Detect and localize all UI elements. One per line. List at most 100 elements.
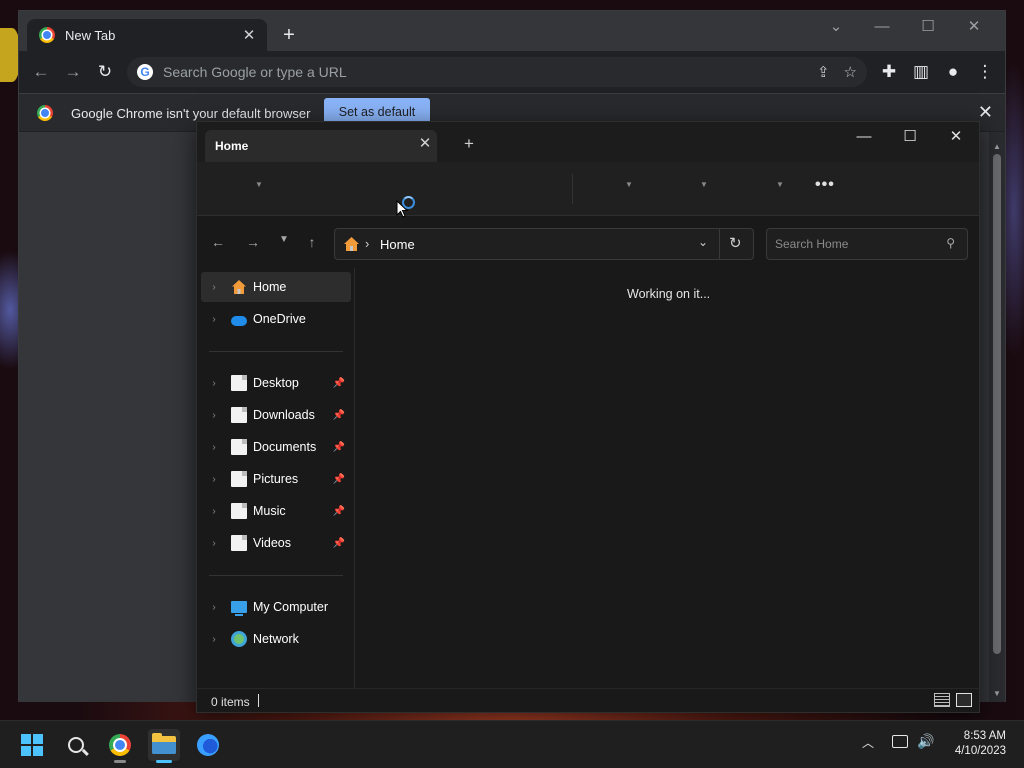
file-list-area[interactable]: Working on it... — [355, 268, 979, 688]
sidebar-item-onedrive[interactable]: › OneDrive — [201, 304, 351, 334]
breadcrumb-separator-icon: › — [365, 236, 370, 251]
sidebar-item-pictures[interactable]: › Pictures 📌 — [201, 464, 351, 494]
new-tab-button[interactable]: + — [459, 134, 479, 154]
expand-chevron-icon[interactable]: › — [203, 282, 225, 293]
taskbar-file-explorer[interactable] — [148, 729, 180, 763]
file-explorer-window: Home ✕ + — ☐ ✕ ▼ ▼ ▼ ▼ ••• ← → ▼ ↑ › Hom… — [196, 121, 980, 713]
scrollbar-thumb[interactable] — [993, 154, 1001, 654]
search-input[interactable]: Search Home — [775, 237, 848, 251]
taskbar-search-button[interactable] — [60, 729, 92, 761]
pin-icon[interactable]: 📌 — [333, 410, 345, 421]
close-window-button[interactable]: ✕ — [951, 15, 997, 39]
volume-icon[interactable]: 🔊 — [917, 733, 934, 750]
reload-icon[interactable]: ↻ — [93, 60, 117, 84]
sidebar-item-home[interactable]: › Home — [201, 272, 351, 302]
close-tab-icon[interactable]: ✕ — [415, 134, 435, 152]
system-clock[interactable]: 8:53 AM 4/10/2023 — [955, 729, 1006, 759]
explorer-navigation-bar: ← → ▼ ↑ › Home ⌄ ↻ Search Home ⚲ — [197, 216, 979, 268]
bookmark-star-icon[interactable]: ☆ — [844, 63, 857, 81]
expand-chevron-icon[interactable]: › — [203, 378, 225, 389]
sidebar-item-my-computer[interactable]: › My Computer — [201, 592, 351, 622]
expand-chevron-icon[interactable]: › — [203, 506, 225, 517]
pin-icon[interactable]: 📌 — [333, 538, 345, 549]
explorer-tab-home[interactable]: Home — [205, 130, 437, 162]
show-hidden-icons-chevron-icon[interactable]: ︿ — [862, 734, 874, 751]
chrome-menu-icon[interactable]: ⋮ — [973, 60, 997, 84]
omnibox[interactable]: G Search Google or type a URL ⇪ ☆ — [127, 57, 867, 87]
omnibox-placeholder[interactable]: Search Google or type a URL — [163, 64, 817, 80]
expand-chevron-icon[interactable]: › — [203, 410, 225, 421]
sort-dropdown-chevron-icon[interactable]: ▼ — [625, 180, 633, 189]
sidebar-item-documents[interactable]: › Documents 📌 — [201, 432, 351, 462]
profile-avatar-icon[interactable]: ● — [941, 60, 965, 84]
back-arrow-icon[interactable]: ← — [208, 234, 228, 250]
expand-chevron-icon[interactable]: › — [203, 634, 225, 645]
explorer-tab-title: Home — [215, 139, 249, 153]
view-dropdown-chevron-icon[interactable]: ▼ — [700, 180, 708, 189]
sidebar-item-music[interactable]: › Music 📌 — [201, 496, 351, 526]
infobar-close-icon[interactable]: ✕ — [978, 102, 993, 123]
start-button[interactable] — [16, 729, 48, 761]
address-bar[interactable]: › Home ⌄ ↻ — [334, 228, 754, 260]
pin-icon[interactable]: 📌 — [333, 378, 345, 389]
minimize-button[interactable]: — — [841, 126, 887, 148]
taskbar-firefox[interactable] — [192, 729, 224, 761]
refresh-icon[interactable]: ↻ — [729, 234, 742, 252]
large-icons-view-icon[interactable] — [956, 693, 972, 707]
pin-icon[interactable]: 📌 — [333, 474, 345, 485]
network-icon — [231, 631, 247, 647]
share-icon[interactable]: ⇪ — [817, 63, 830, 81]
file-icon — [231, 535, 247, 551]
expand-chevron-icon[interactable]: › — [203, 442, 225, 453]
sidebar-item-label: Music — [253, 504, 286, 518]
close-tab-icon[interactable]: ✕ — [237, 26, 261, 44]
status-divider — [258, 694, 259, 707]
sidebar-divider — [209, 351, 343, 352]
new-tab-button[interactable]: + — [277, 23, 301, 47]
address-dropdown-chevron-icon[interactable]: ⌄ — [698, 235, 708, 249]
extensions-puzzle-icon[interactable]: ✚ — [877, 60, 901, 84]
forward-arrow-icon[interactable]: → — [61, 60, 85, 84]
filter-dropdown-chevron-icon[interactable]: ▼ — [776, 180, 784, 189]
recent-locations-chevron-icon[interactable]: ▼ — [274, 234, 294, 245]
chrome-tab-strip: New Tab ✕ + ⌄ — ☐ ✕ — [19, 11, 1005, 51]
expand-chevron-icon[interactable]: › — [203, 314, 225, 325]
command-bar-divider — [572, 174, 573, 204]
chrome-scrollbar[interactable]: ▲ ▼ — [989, 132, 1005, 702]
search-icon: ⚲ — [946, 236, 955, 250]
chrome-favicon-icon — [39, 27, 55, 43]
details-view-icon[interactable] — [934, 693, 950, 707]
tab-search-chevron-icon[interactable]: ⌄ — [813, 15, 859, 39]
sidebar-item-desktop[interactable]: › Desktop 📌 — [201, 368, 351, 398]
forward-arrow-icon[interactable]: → — [243, 234, 263, 250]
explorer-search-box[interactable]: Search Home ⚲ — [766, 228, 968, 260]
running-indicator — [114, 760, 126, 763]
side-panel-icon[interactable]: ▥ — [909, 60, 933, 84]
file-icon — [231, 471, 247, 487]
chrome-tab-new-tab[interactable]: New Tab ✕ — [27, 19, 267, 51]
chrome-logo-icon — [37, 105, 53, 121]
minimize-button[interactable]: — — [859, 15, 905, 39]
sidebar-item-videos[interactable]: › Videos 📌 — [201, 528, 351, 558]
expand-chevron-icon[interactable]: › — [203, 474, 225, 485]
maximize-button[interactable]: ☐ — [905, 15, 951, 39]
expand-chevron-icon[interactable]: › — [203, 602, 225, 613]
up-arrow-icon[interactable]: ↑ — [302, 234, 322, 250]
new-dropdown-chevron-icon[interactable]: ▼ — [255, 180, 263, 189]
network-status-icon[interactable] — [892, 735, 908, 748]
pin-icon[interactable]: 📌 — [333, 442, 345, 453]
scroll-up-icon[interactable]: ▲ — [989, 142, 1005, 151]
scroll-down-icon[interactable]: ▼ — [989, 689, 1005, 698]
sidebar-item-label: Documents — [253, 440, 317, 454]
pin-icon[interactable]: 📌 — [333, 506, 345, 517]
maximize-button[interactable]: ☐ — [887, 126, 933, 148]
sidebar-item-label: Home — [253, 280, 287, 294]
back-arrow-icon[interactable]: ← — [29, 60, 53, 84]
sidebar-item-network[interactable]: › Network — [201, 624, 351, 654]
sidebar-item-downloads[interactable]: › Downloads 📌 — [201, 400, 351, 430]
close-window-button[interactable]: ✕ — [933, 126, 979, 148]
expand-chevron-icon[interactable]: › — [203, 538, 225, 549]
breadcrumb-home[interactable]: Home — [380, 237, 415, 252]
more-options-icon[interactable]: ••• — [815, 176, 835, 194]
taskbar-chrome[interactable] — [104, 729, 136, 763]
